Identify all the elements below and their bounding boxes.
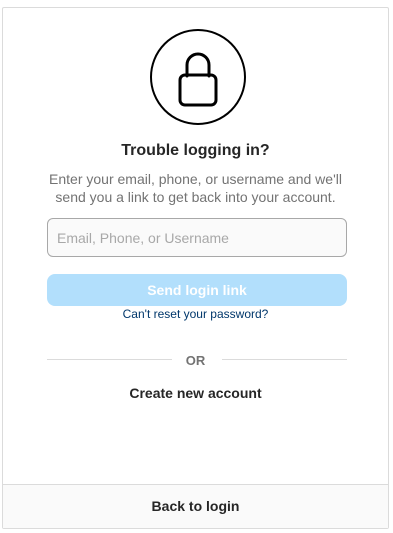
create-new-account-link[interactable]: Create new account <box>3 385 388 401</box>
page-title: Trouble logging in? <box>121 142 270 159</box>
divider-line-right <box>222 359 347 360</box>
or-separator: OR <box>185 353 206 368</box>
back-to-login-link[interactable]: Back to login <box>3 498 388 514</box>
lock-icon <box>150 29 246 125</box>
email-phone-username-input[interactable] <box>47 218 347 257</box>
reset-card: Trouble logging in? Enter your email, ph… <box>2 7 389 529</box>
footer-bar: Back to login <box>3 484 388 528</box>
cant-reset-password-link[interactable]: Can't reset your password? <box>3 307 388 321</box>
send-login-link-button[interactable]: Send login link <box>47 274 347 306</box>
instructions-text: Enter your email, phone, or username and… <box>49 171 342 205</box>
